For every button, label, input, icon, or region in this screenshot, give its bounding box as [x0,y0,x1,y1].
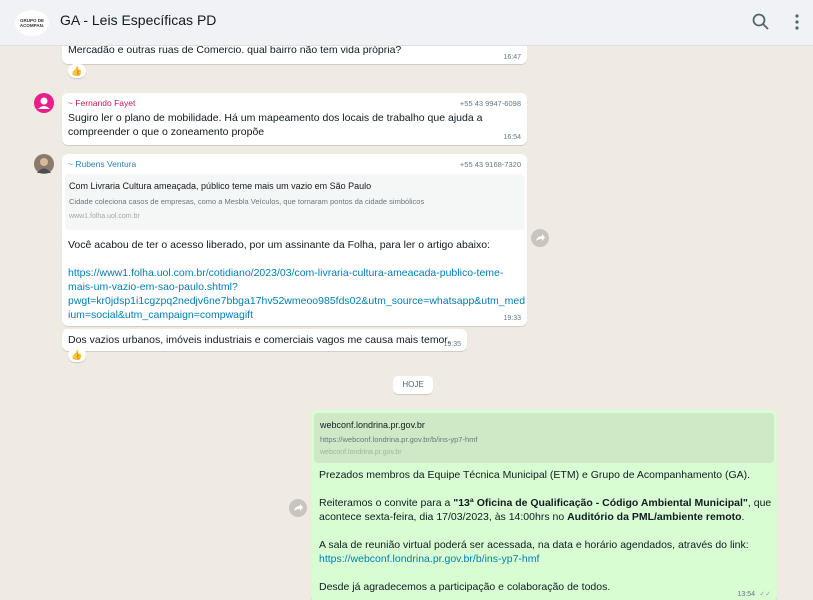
message-text: Sugiro ler o plano de mobilidade. Há um … [68,112,483,124]
message-text: Reiteramos o convite para a "13ª Oficina… [319,496,771,510]
message-text: Desde já agradecemos a participação e co… [319,581,611,593]
reaction-badge[interactable]: 👍 [68,64,86,78]
search-icon[interactable] [751,12,771,32]
forward-button[interactable] [531,229,549,247]
message-time: 19:33 [503,315,521,322]
message-bubble[interactable]: Dos vazios urbanos, imóveis industriais … [62,329,467,351]
preview-domain: webconf.londrina.pr.gov.br [320,449,402,456]
message-text: Mercadão e outras ruas de Comercio. qual… [68,46,402,56]
message-bubble[interactable]: ~ Rubens Ventura +55 43 9168-7320 Com Li… [62,154,527,326]
message-text: compreender o que o zoneamento propõe [68,126,265,138]
message-link[interactable]: pwgt=kr0jdsp1i1cgzpq2nedjv6ne7bbga17hv52… [68,294,525,308]
message-link[interactable]: mais-um-vazio-em-sao-paulo.shtml? [68,280,238,294]
link-preview[interactable]: Com Livraria Cultura ameaçada, público t… [65,174,524,230]
sender-name[interactable]: ~ Fernando Fayet [68,98,135,108]
group-title[interactable]: GA - Leis Específicas PD [60,12,216,28]
message-bubble[interactable]: ~ Fernando Fayet +55 43 9947-6098 Sugiro… [62,93,527,145]
avatar[interactable] [34,154,54,174]
message-time: 16:54 [503,134,521,141]
message-text: Você acabou de ter o acesso liberado, po… [68,239,491,251]
preview-description: Cidade coleciona casos de empresas, como… [69,197,425,206]
text-segment: acontece sexta-feira, dia 17/03/2023, às… [319,511,568,523]
message-link[interactable]: https://webconf.londrina.pr.gov.br/b/ins… [319,552,539,566]
message-text: Dos vazios urbanos, imóveis industriais … [68,334,451,346]
message-time: 19:35 [443,341,461,348]
logo-text-2: ACOMPAN. [19,23,45,28]
message-time: 13:54 [737,591,755,598]
message-text: Prezados membros da Equipe Técnica Munic… [319,469,751,481]
menu-icon[interactable] [787,12,807,32]
date-separator: HOJE [393,376,433,394]
chat-header: GRUPO DE ACOMPAN. GA - Leis Específicas … [0,0,813,46]
message-link[interactable]: ium=social&utm_campaign=compwagift [68,308,253,322]
reaction-badge[interactable]: 👍 [68,348,86,362]
sender-phone: +55 43 9947-6098 [459,99,521,108]
forward-icon [536,234,545,241]
text-segment: Reiteramos o convite para a [319,497,454,509]
message-text: acontece sexta-feira, dia 17/03/2023, às… [319,510,744,524]
preview-domain: www1.folha.uol.com.br [69,213,140,220]
sender-phone: +55 43 9168-7320 [459,160,521,169]
read-status-icon: ✓✓ [759,591,771,598]
message-time: 16:47 [503,54,521,61]
group-avatar[interactable]: GRUPO DE ACOMPAN. [15,10,49,36]
message-text: A sala de reunião virtual poderá ser ace… [319,539,749,551]
preview-url: https://webconf.londrina.pr.gov.br/b/ins… [320,435,478,444]
chat-panel[interactable]: Mercadão e outras ruas de Comercio. qual… [0,46,813,600]
event-title: "13ª Oficina de Qualificação - Código Am… [453,497,748,509]
preview-title: Com Livraria Cultura ameaçada, público t… [69,181,372,191]
event-location: Auditório da PML/ambiente remoto [567,511,742,523]
sender-name[interactable]: ~ Rubens Ventura [68,159,136,169]
text-segment: , que [747,497,772,509]
preview-title: webconf.londrina.pr.gov.br [320,420,425,430]
user-icon [38,97,50,109]
forward-button[interactable] [289,499,307,517]
avatar[interactable] [34,93,54,113]
text-segment: . [741,511,745,523]
message-bubble[interactable]: Mercadão e outras ruas de Comercio. qual… [62,46,527,64]
user-photo-icon [37,158,51,173]
message-link[interactable]: https://www1.folha.uol.com.br/cotidiano/… [68,266,503,280]
message-bubble-outgoing[interactable]: webconf.londrina.pr.gov.br https://webco… [311,410,777,600]
forward-icon [294,504,303,511]
link-preview[interactable]: webconf.londrina.pr.gov.br https://webco… [314,413,774,463]
